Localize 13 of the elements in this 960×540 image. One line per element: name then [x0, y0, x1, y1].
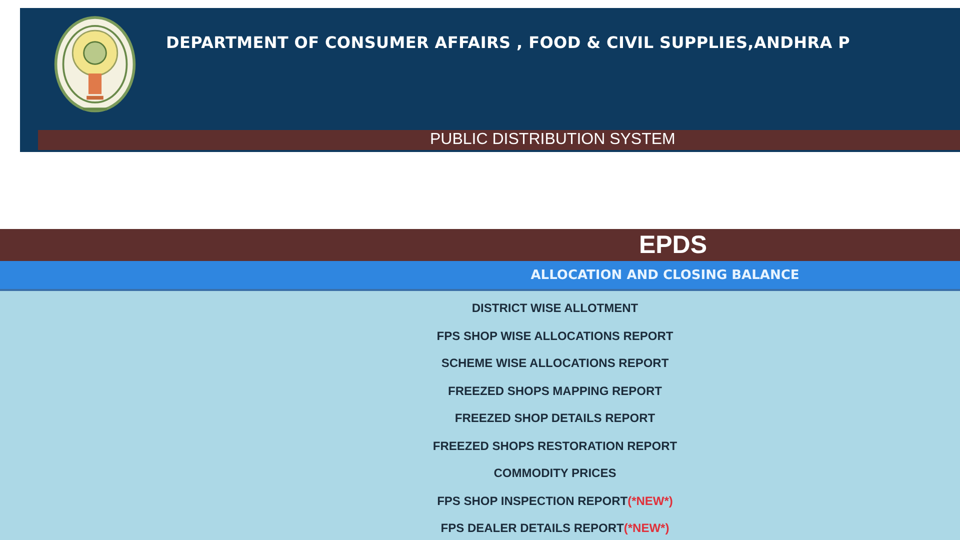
menu-link[interactable]: DISTRICT WISE ALLOTMENT — [472, 295, 638, 322]
subtitle: PUBLIC DISTRIBUTION SYSTEM — [430, 131, 676, 149]
menu-link[interactable]: FPS DEALER DETAILS REPORT(*NEW*) — [440, 515, 670, 540]
menu-link[interactable]: FPS SHOP WISE ALLOCATIONS REPORT — [436, 322, 674, 350]
menu-link[interactable]: FREEZED SHOPS RESTORATION REPORT — [432, 432, 678, 460]
section-title: EPDS — [638, 230, 708, 260]
menu-link[interactable]: FPS SHOP INSPECTION REPORT(*NEW*) — [437, 488, 673, 515]
section-heading: ALLOCATION AND CLOSING BALANCE — [530, 268, 800, 282]
menu-link[interactable]: COMMODITY PRICES — [494, 460, 616, 488]
menu-link[interactable]: FREEZED SHOPS MAPPING REPORT — [448, 378, 662, 405]
menu-link[interactable]: FREEZED SHOP DETAILS REPORT — [454, 405, 656, 432]
menu-link[interactable]: SCHEME WISE ALLOCATIONS REPORT — [441, 350, 669, 378]
department-title: DEPARTMENT OF CONSUMER AFFAIRS , FOOD & CIVIL SUPPLIES,ANDHRA P — [166, 33, 850, 52]
